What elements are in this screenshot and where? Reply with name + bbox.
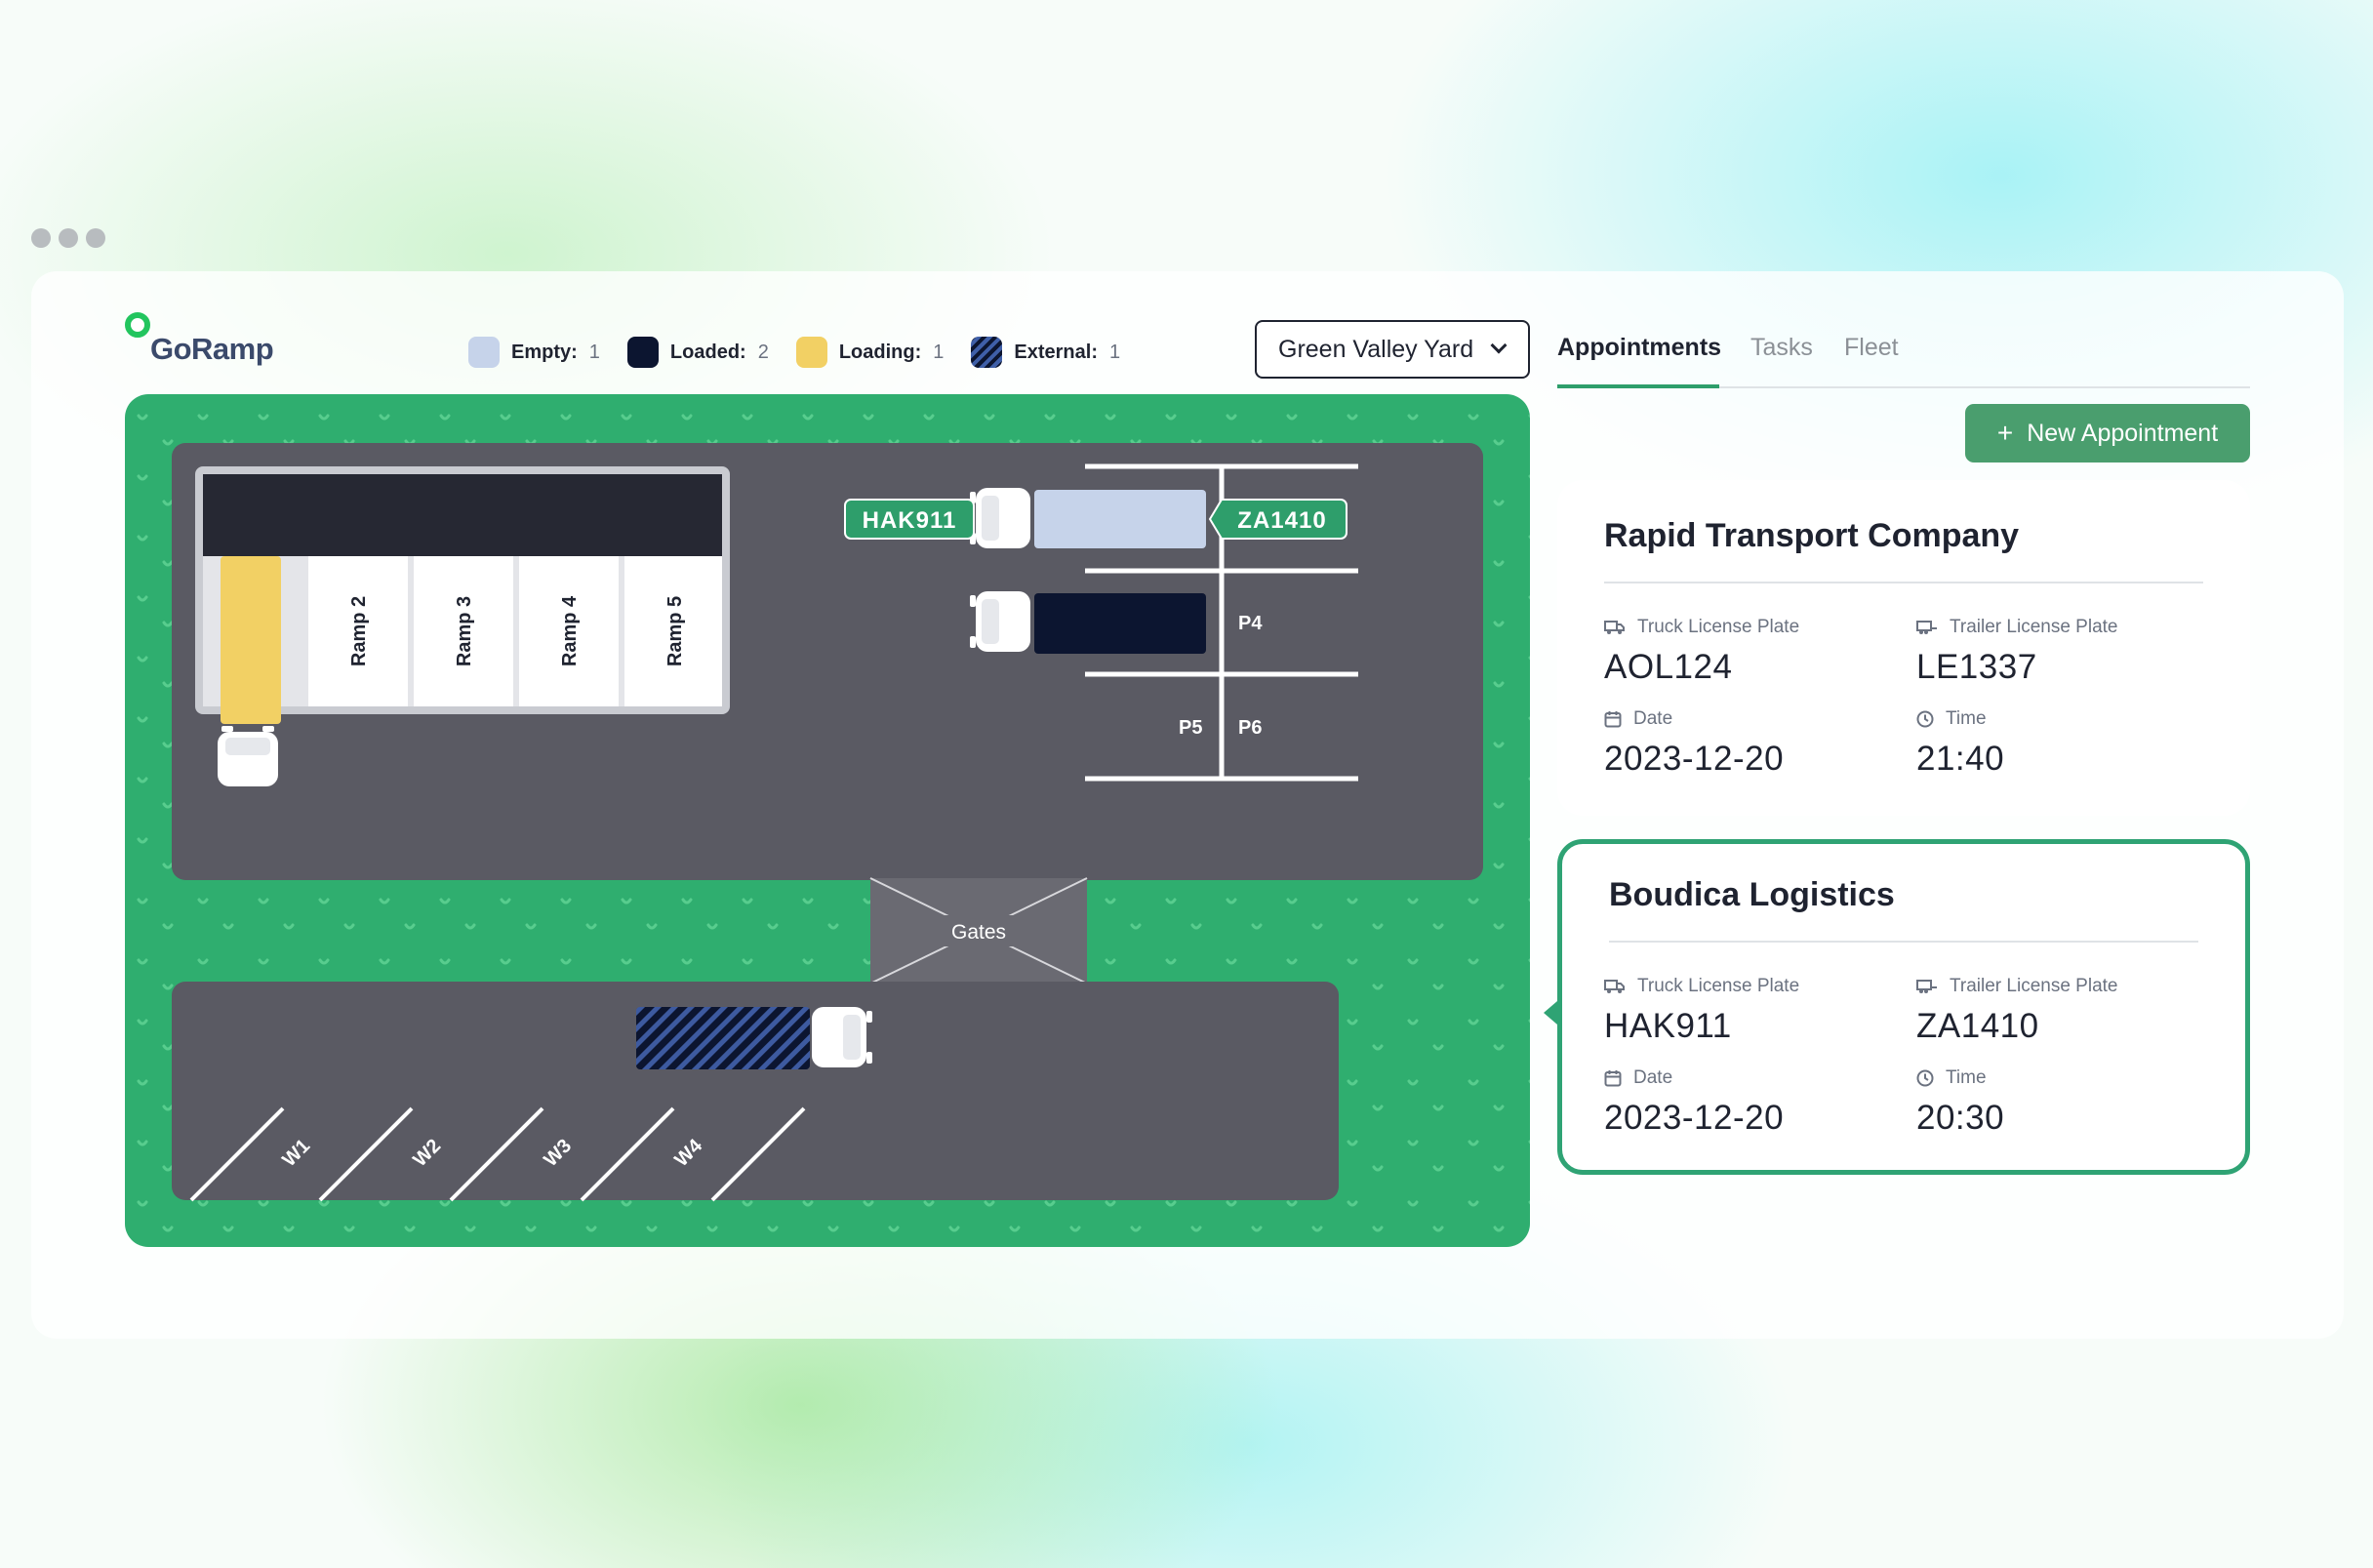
window-controls (31, 228, 105, 248)
truck-plate-value: HAK911 (1604, 1007, 1799, 1046)
company-name: Boudica Logistics (1609, 876, 1895, 914)
legend-swatch-loading (796, 337, 827, 368)
trailer-icon (1916, 979, 1938, 994)
gates-label: Gates (951, 921, 1006, 944)
date-value: 2023-12-20 (1604, 1099, 1784, 1138)
trailer-plate-tag[interactable]: ZA1410 (1210, 500, 1347, 539)
truck-external[interactable] (636, 1007, 872, 1069)
parking-label-p5: P5 (1179, 717, 1202, 739)
truck-plate-field: Truck License Plate AOL124 (1604, 617, 1799, 687)
window-dot[interactable] (31, 228, 51, 248)
field-label: Time (1946, 708, 1987, 730)
date-value: 2023-12-20 (1604, 740, 1784, 779)
tab-tasks[interactable]: Tasks (1750, 334, 1813, 362)
tab-bar: Appointments Tasks Fleet (1557, 320, 2250, 388)
field-label: Date (1633, 1067, 1672, 1089)
truck-plate-value: AOL124 (1604, 648, 1799, 687)
ramp-label: Ramp 2 (348, 596, 370, 666)
legend-item-empty: Empty: 1 (468, 337, 600, 368)
plus-icon: + (1997, 420, 2013, 447)
field-label: Date (1633, 708, 1672, 730)
ramp-label: Ramp 3 (454, 596, 475, 666)
window-dot[interactable] (59, 228, 78, 248)
truck-plate-tag-label: HAK911 (863, 507, 957, 534)
new-appointment-label: New Appointment (2027, 420, 2218, 448)
legend-item-external: External: 1 (971, 337, 1120, 368)
ramp-label: Ramp 5 (664, 596, 686, 666)
company-name: Rapid Transport Company (1604, 517, 2019, 555)
date-field: Date 2023-12-20 (1604, 708, 1784, 779)
appointment-card[interactable]: Rapid Transport Company Truck License Pl… (1557, 480, 2250, 816)
legend-swatch-empty (468, 337, 500, 368)
selected-pointer (1544, 1001, 1557, 1025)
legend-count: 1 (933, 342, 944, 364)
new-appointment-button[interactable]: + New Appointment (1965, 404, 2250, 462)
date-field: Date 2023-12-20 (1604, 1067, 1784, 1138)
truck-icon (1604, 979, 1626, 994)
time-value: 20:30 (1916, 1099, 2004, 1138)
legend-count: 2 (758, 342, 769, 364)
parking-label-p4: P4 (1238, 613, 1263, 634)
parking-label-p6: P6 (1238, 717, 1262, 739)
legend-swatch-loaded (627, 337, 659, 368)
legend-item-loading: Loading: 1 (796, 337, 945, 368)
field-label: Truck License Plate (1637, 617, 1799, 638)
legend-count: 1 (1109, 342, 1120, 364)
trailer-plate-value: ZA1410 (1916, 1007, 2117, 1046)
truck-plate-tag[interactable]: HAK911 (845, 500, 974, 539)
yard-select[interactable]: Green Valley Yard (1255, 320, 1530, 379)
logo-icon (125, 312, 150, 338)
calendar-icon (1604, 710, 1622, 728)
clock-icon (1916, 1069, 1934, 1087)
trailer-plate-tag-label: ZA1410 (1237, 507, 1326, 534)
field-label: Trailer License Plate (1950, 617, 2117, 638)
logo-text: GoRamp (150, 332, 273, 367)
truck-empty[interactable] (970, 488, 1206, 548)
active-tab-indicator (1557, 384, 1719, 388)
truck-loading[interactable] (218, 556, 281, 786)
yard-map: Gates Ramp 2 Ramp 3 Ramp 4 Ramp 5 P4 P5 … (125, 394, 1530, 1247)
gates: Gates (870, 878, 1087, 984)
legend-swatch-external (971, 337, 1002, 368)
logo: GoRamp (125, 310, 301, 365)
truck-plate-field: Truck License Plate HAK911 (1604, 976, 1799, 1046)
legend-count: 1 (589, 342, 600, 364)
yard-select-value: Green Valley Yard (1278, 336, 1473, 364)
truck-loaded[interactable] (970, 591, 1206, 654)
ramp-label: Ramp 4 (559, 595, 581, 666)
calendar-icon (1604, 1069, 1622, 1087)
tab-appointments[interactable]: Appointments (1557, 334, 1721, 362)
time-field: Time 20:30 (1916, 1067, 2004, 1138)
window-dot[interactable] (86, 228, 105, 248)
field-label: Trailer License Plate (1950, 976, 2117, 997)
legend-label: External: (1014, 342, 1098, 364)
trailer-icon (1916, 620, 1938, 635)
legend-item-loaded: Loaded: 2 (627, 337, 769, 368)
legend-label: Loaded: (670, 342, 746, 364)
clock-icon (1916, 710, 1934, 728)
time-field: Time 21:40 (1916, 708, 2004, 779)
divider (1604, 582, 2203, 583)
trailer-plate-value: LE1337 (1916, 648, 2117, 687)
appointment-card-selected[interactable]: Boudica Logistics Truck License Plate HA… (1557, 839, 2250, 1175)
divider (1609, 941, 2198, 943)
trailer-plate-field: Trailer License Plate ZA1410 (1916, 976, 2117, 1046)
truck-icon (1604, 620, 1626, 635)
chevron-down-icon (1491, 338, 1508, 354)
time-value: 21:40 (1916, 740, 2004, 779)
field-label: Time (1946, 1067, 1987, 1089)
legend-label: Empty: (511, 342, 578, 364)
field-label: Truck License Plate (1637, 976, 1799, 997)
tab-fleet[interactable]: Fleet (1844, 334, 1899, 362)
trailer-plate-field: Trailer License Plate LE1337 (1916, 617, 2117, 687)
legend-label: Loading: (839, 342, 921, 364)
status-legend: Empty: 1 Loaded: 2 Loading: 1 External: … (468, 336, 1147, 369)
